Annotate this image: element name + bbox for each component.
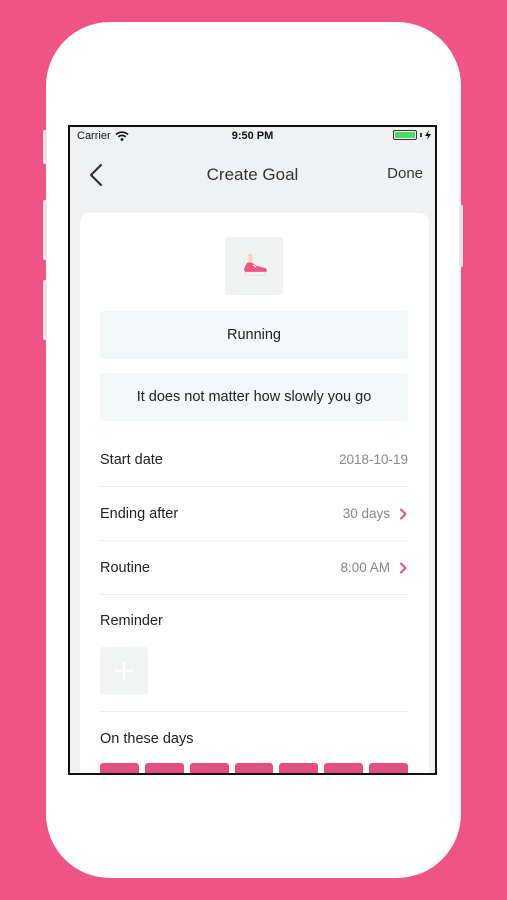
charging-bolt-icon — [425, 130, 431, 140]
done-button[interactable]: Done — [387, 165, 423, 182]
ending-after-row[interactable]: Ending after 30 days — [100, 487, 408, 541]
ending-after-label: Ending after — [100, 505, 179, 522]
nav-bar: Create Goal Done — [70, 149, 435, 199]
reminder-label: Reminder — [100, 613, 163, 629]
battery-level — [395, 132, 415, 138]
start-date-value: 2018-10-19 — [339, 452, 408, 467]
chevron-right-icon — [400, 508, 407, 519]
day-toggle-7[interactable] — [369, 763, 409, 773]
routine-row[interactable]: Routine 8:00 AM — [100, 541, 408, 595]
status-right — [393, 130, 431, 140]
status-time: 9:50 PM — [231, 130, 274, 142]
ending-after-text: 30 days — [342, 506, 390, 521]
running-shoe-icon — [244, 254, 267, 276]
days-label: On these days — [100, 731, 194, 747]
day-toggle-2[interactable] — [144, 763, 184, 773]
ending-after-value: 30 days — [343, 506, 408, 521]
start-date-label: Start date — [100, 451, 163, 468]
section-divider — [100, 711, 408, 712]
day-selector — [100, 763, 409, 773]
routine-value: 8:00 AM — [340, 560, 408, 575]
status-bar: Carrier 9:50 PM — [70, 127, 435, 147]
day-toggle-1[interactable] — [100, 763, 139, 773]
start-date-text: 2018-10-19 — [338, 452, 408, 467]
battery-tip — [420, 133, 422, 137]
plus-icon — [114, 661, 134, 681]
power-button — [459, 205, 463, 267]
day-toggle-6[interactable] — [324, 763, 364, 773]
page-title: Create Goal — [206, 165, 299, 184]
day-toggle-4[interactable] — [234, 763, 274, 773]
goal-motto-field[interactable]: It does not matter how slowly you go — [100, 373, 408, 421]
battery-icon — [393, 130, 417, 140]
volume-up-button — [43, 200, 47, 260]
app-screen: Carrier 9:50 PM Create Goal Done Running… — [68, 125, 437, 775]
add-reminder-button[interactable] — [100, 647, 148, 695]
day-toggle-3[interactable] — [189, 763, 229, 773]
routine-label: Routine — [100, 559, 150, 576]
chevron-right-icon — [400, 562, 407, 573]
start-date-row[interactable]: Start date 2018-10-19 — [100, 433, 408, 487]
volume-down-button — [43, 280, 47, 340]
goal-icon-button[interactable] — [225, 237, 283, 295]
goal-name-field[interactable]: Running — [100, 311, 408, 359]
routine-text: 8:00 AM — [340, 560, 390, 575]
mute-switch — [43, 130, 47, 164]
goal-form-card: Running It does not matter how slowly yo… — [80, 213, 429, 773]
day-toggle-5[interactable] — [279, 763, 319, 773]
